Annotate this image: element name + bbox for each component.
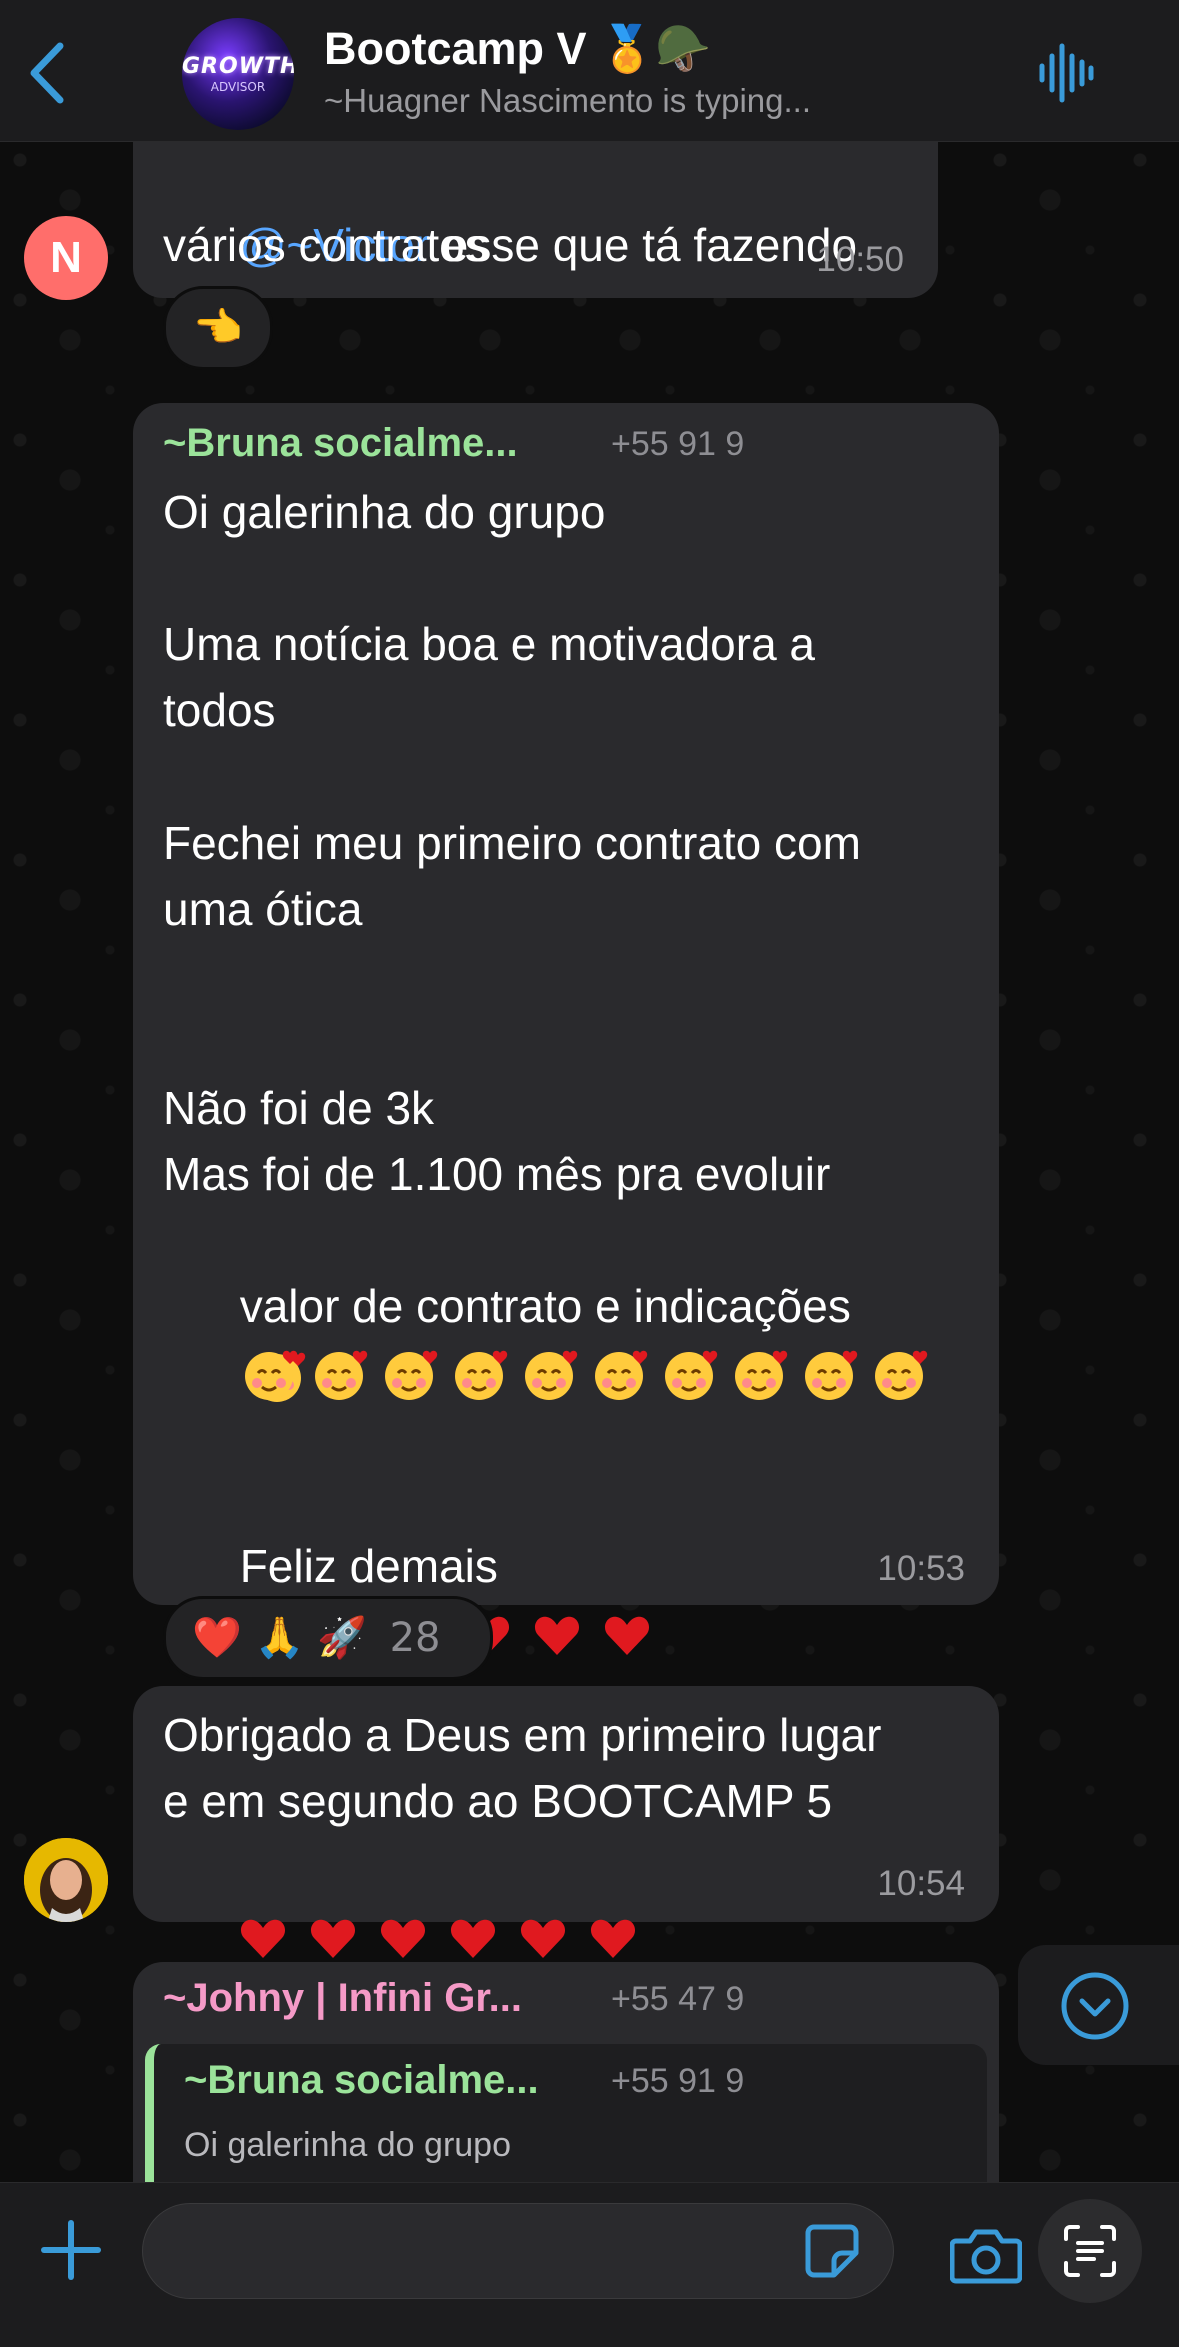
reaction-pill[interactable]: ❤️ 🙏 🚀 28	[163, 1596, 493, 1680]
message-line: uma ótica	[163, 883, 363, 935]
message-text: vários contratos	[163, 219, 488, 271]
message-line: todos	[163, 684, 276, 736]
typing-status: ~Huagner Nascimento is typing...	[324, 82, 811, 119]
red-heart-icon	[590, 1919, 635, 1958]
chat-header: GROWTH ADVISOR Bootcamp V 🏅🪖 ~Huagner Na…	[0, 0, 1179, 142]
smiling-face-hearts-icon	[734, 1350, 787, 1400]
message-line: Não foi de 3k	[163, 1082, 435, 1134]
smiling-face-hearts-icon	[244, 1350, 297, 1400]
message-line: Oi galerinha do grupo	[163, 486, 606, 538]
message-line: e em segundo ao BOOTCAMP 5	[163, 1775, 833, 1827]
smiling-face-hearts-icon	[594, 1350, 647, 1400]
text-scan-icon	[1064, 2225, 1116, 2277]
sender-avatar[interactable]: N	[24, 216, 108, 300]
sender-avatar[interactable]	[24, 1838, 108, 1922]
message-time: 10:50	[816, 240, 904, 279]
red-heart-icon	[310, 1919, 355, 1958]
message-line: Mas foi de 1.100 mês pra evoluir	[163, 1148, 831, 1200]
reaction-emojis: ❤️ 🙏 🚀	[192, 1615, 367, 1661]
sender-phone: +55 91 9	[611, 425, 745, 463]
group-avatar[interactable]: GROWTH ADVISOR	[182, 18, 294, 130]
message-line: Fechei meu primeiro contrato com	[163, 817, 861, 869]
reaction-count: 28	[389, 1615, 441, 1661]
message-bubble[interactable]: Obrigado a Deus em primeiro lugar e em s…	[133, 1686, 999, 1958]
sender-phone: +55 47 9	[611, 1980, 745, 2018]
quote-sender-name: ~Bruna socialme...	[184, 2058, 539, 2102]
smiling-face-hearts-icon	[874, 1350, 927, 1400]
reaction-emoji: 👈	[193, 305, 243, 351]
smiling-face-hearts-icon	[664, 1350, 717, 1400]
smiling-face-hearts-icon	[804, 1350, 857, 1400]
red-heart-icon	[380, 1919, 425, 1958]
avatar-logo-subtext: ADVISOR	[210, 80, 266, 94]
reaction-pill[interactable]: 👈	[163, 286, 273, 370]
message-bubble[interactable]: @~Victor esse que tá fazendo vários cont…	[133, 130, 938, 298]
red-heart-icon	[520, 1919, 565, 1958]
smiling-face-hearts-icon	[384, 1350, 437, 1400]
red-heart-icon	[604, 1616, 649, 1655]
plus-icon[interactable]	[40, 2219, 102, 2281]
message-text: Feliz demais	[239, 1540, 498, 1592]
sender-name[interactable]: ~Bruna socialme...	[163, 421, 518, 466]
smiling-face-hearts-icon	[314, 1350, 367, 1400]
sticker-icon[interactable]	[804, 2223, 860, 2279]
message-composer	[0, 2182, 1179, 2347]
smiling-face-hearts-icon	[524, 1350, 577, 1400]
scroll-down-icon	[1061, 1972, 1129, 2040]
red-heart-icon	[534, 1616, 579, 1655]
chat-screen: GROWTH ADVISOR Bootcamp V 🏅🪖 ~Huagner Na…	[0, 0, 1179, 2347]
red-heart-icon	[240, 1919, 285, 1958]
voice-wave-icon[interactable]	[1038, 42, 1094, 104]
quote-sender-phone: +55 91 9	[611, 2062, 745, 2100]
message-line: Uma notícia boa e motivadora a	[163, 618, 816, 670]
message-text: esse que tá fazendo	[430, 219, 858, 271]
smiling-face-hearts-icon	[454, 1350, 507, 1400]
back-chevron-icon[interactable]	[22, 38, 72, 108]
profile-photo	[24, 1838, 108, 1922]
scroll-down-button[interactable]	[1018, 1945, 1179, 2065]
message-bubble[interactable]: ~Bruna socialme... +55 91 9 Oi galerinha…	[133, 403, 999, 1655]
camera-icon[interactable]	[950, 2225, 1022, 2285]
red-heart-icon	[450, 1919, 495, 1958]
group-title[interactable]: Bootcamp V 🏅🪖	[324, 22, 711, 75]
message-line: Obrigado a Deus em primeiro lugar	[163, 1709, 882, 1761]
message-time: 10:53	[877, 1549, 965, 1588]
quote-text: Oi galerinha do grupo	[184, 2126, 512, 2164]
emoji-row	[163, 1271, 940, 1469]
sender-name[interactable]: ~Johny | Infini Gr...	[163, 1976, 522, 2021]
avatar-logo-text: GROWTH	[182, 54, 294, 79]
text-scan-button[interactable]	[1038, 2199, 1142, 2303]
message-time: 10:54	[877, 1864, 965, 1903]
message-input[interactable]	[142, 2203, 894, 2299]
